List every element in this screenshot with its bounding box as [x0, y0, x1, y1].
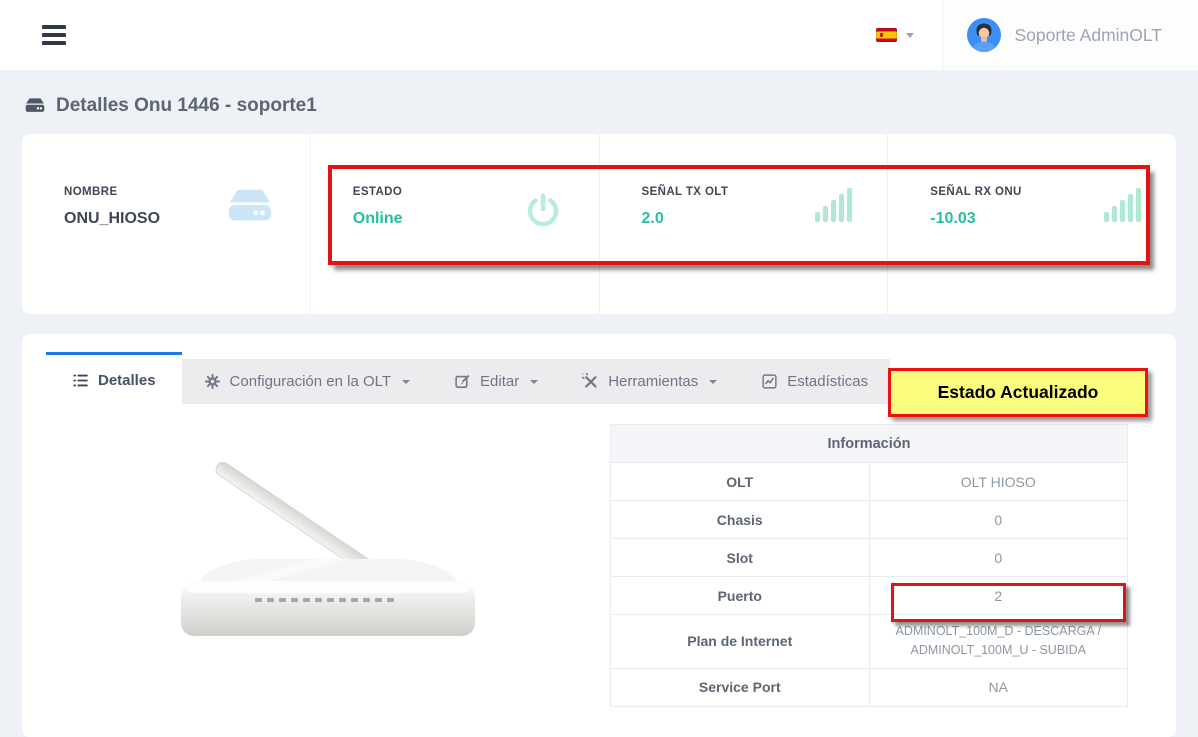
row-value: ADMINOLT_100M_D - DESCARGA / ADMINOLT_10… [869, 615, 1128, 669]
row-label: Slot [611, 539, 870, 577]
table-row-service-port: Service Port NA [611, 668, 1128, 706]
tab-label: Detalles [98, 372, 156, 389]
table-row-chasis: Chasis 0 [611, 501, 1128, 539]
table-row-puerto: Puerto 2 [611, 577, 1128, 615]
tab-label: Editar [480, 373, 519, 390]
row-label: Service Port [611, 668, 870, 706]
stat-label: NOMBRE [64, 186, 160, 198]
row-label: Puerto [611, 577, 870, 615]
row-label: Plan de Internet [611, 615, 870, 669]
chart-icon [761, 373, 778, 390]
chevron-down-icon [402, 380, 410, 384]
row-label: OLT [611, 463, 870, 501]
tab-herramientas[interactable]: Herramientas [560, 359, 739, 404]
tab-editar[interactable]: Editar [432, 359, 560, 404]
stat-value: ONU_HIOSO [64, 210, 160, 228]
tab-label: Herramientas [608, 373, 698, 390]
table-row-plan-internet: Plan de Internet ADMINOLT_100M_D - DESCA… [611, 615, 1128, 669]
page-title: Detalles Onu 1446 - soporte1 [56, 95, 317, 117]
edit-icon [454, 373, 471, 390]
menu-toggle-button[interactable] [38, 15, 70, 55]
onu-details-card: Detalles [22, 334, 1176, 737]
top-navbar: Soporte AdminOLT [0, 0, 1198, 70]
gear-icon [204, 373, 221, 390]
power-icon [521, 188, 565, 237]
signal-bars-icon [815, 188, 853, 227]
hamburger-icon [42, 41, 66, 46]
stat-estado: ESTADO Online [310, 134, 599, 314]
stat-senal-tx-olt: SEÑAL TX OLT 2.0 [599, 134, 888, 314]
page-content: Detalles Onu 1446 - soporte1 NOMBRE ONU_… [0, 95, 1198, 737]
tab-bar: Detalles [46, 352, 891, 404]
signal-bars-icon [1104, 188, 1142, 227]
row-value: 2 [869, 577, 1128, 615]
table-row-olt: OLT OLT HIOSO [611, 463, 1128, 501]
stat-label: SEÑAL RX ONU [930, 186, 1022, 198]
row-value: 0 [869, 501, 1128, 539]
onu-product-image [46, 424, 610, 707]
hamburger-icon [42, 33, 66, 38]
stat-senal-rx-onu: SEÑAL RX ONU -10.03 [887, 134, 1176, 314]
tab-label: Estadísticas [787, 373, 868, 390]
stat-label: ESTADO [353, 186, 403, 198]
stat-nombre: NOMBRE ONU_HIOSO [22, 134, 310, 314]
stat-label: SEÑAL TX OLT [642, 186, 729, 198]
spain-flag-icon [876, 28, 897, 42]
stat-value: 2.0 [642, 210, 729, 228]
tab-panel-detalles: Información OLT OLT HIOSO Chasis 0 Slot … [46, 424, 1152, 707]
breadcrumb: Detalles Onu 1446 - soporte1 [24, 95, 1176, 117]
hamburger-icon [42, 25, 66, 30]
stat-value: -10.03 [930, 210, 1022, 228]
tab-detalles[interactable]: Detalles [46, 352, 182, 405]
user-menu[interactable]: Soporte AdminOLT [942, 0, 1198, 70]
information-table: Información OLT OLT HIOSO Chasis 0 Slot … [610, 424, 1128, 707]
chevron-down-icon [906, 33, 914, 38]
row-value: 0 [869, 539, 1128, 577]
row-value: OLT HIOSO [869, 463, 1128, 501]
list-icon [72, 372, 89, 389]
tab-configuracion-olt[interactable]: Configuración en la OLT [182, 359, 432, 404]
tools-icon [582, 373, 599, 390]
stat-value: Online [353, 210, 403, 228]
row-value: NA [869, 668, 1128, 706]
user-name: Soporte AdminOLT [1014, 25, 1162, 46]
server-icon [24, 97, 46, 115]
tab-label: Configuración en la OLT [230, 373, 391, 390]
table-row-slot: Slot 0 [611, 539, 1128, 577]
avatar [967, 18, 1001, 52]
chevron-down-icon [709, 380, 717, 384]
server-icon [224, 188, 276, 233]
chevron-down-icon [530, 380, 538, 384]
onu-summary-card: NOMBRE ONU_HIOSO ESTADO Online [22, 134, 1176, 314]
tab-estadisticas[interactable]: Estadísticas [739, 359, 890, 404]
table-header: Información [611, 425, 1128, 463]
language-selector[interactable] [848, 0, 942, 70]
row-label: Chasis [611, 501, 870, 539]
